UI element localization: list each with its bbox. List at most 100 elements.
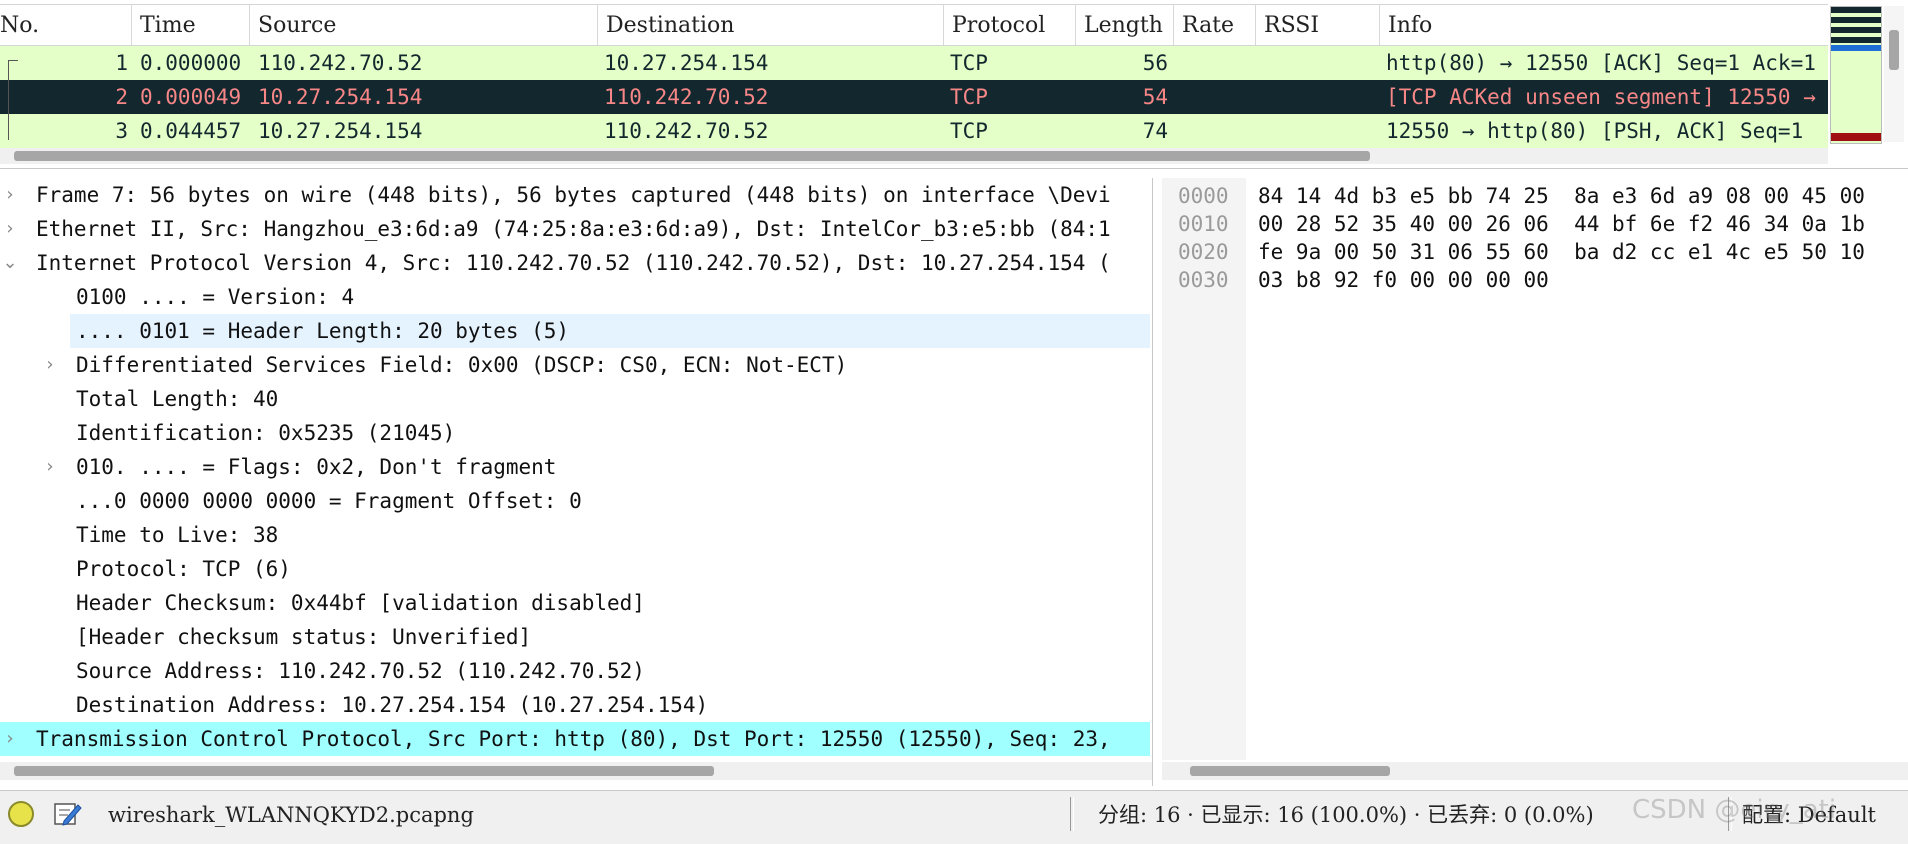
detail-text: Total Length: 40 xyxy=(76,387,279,411)
packet-minimap[interactable] xyxy=(1830,6,1882,144)
minimap-band xyxy=(1831,37,1881,43)
detail-text: Differentiated Services Field: 0x00 (DSC… xyxy=(76,353,848,377)
packet-protocol: TCP xyxy=(950,119,988,143)
packet-time: 0.000049 xyxy=(140,85,242,109)
detail-row-ttl[interactable]: Time to Live: 38 xyxy=(0,518,1150,552)
detail-row-version[interactable]: 0100 .... = Version: 4 xyxy=(0,280,1150,314)
expand-arrow-icon[interactable]: › xyxy=(40,348,60,382)
detail-text: Internet Protocol Version 4, Src: 110.24… xyxy=(36,251,1111,275)
column-header-protocol[interactable]: Protocol xyxy=(944,5,1076,45)
detail-row-frame[interactable]: › Frame 7: 56 bytes on wire (448 bits), … xyxy=(0,178,1150,212)
packet-protocol: TCP xyxy=(950,51,988,75)
details-hscroll-thumb[interactable] xyxy=(14,766,714,776)
status-divider[interactable] xyxy=(1070,797,1074,831)
packet-no: 3 xyxy=(115,119,128,143)
byte-hex[interactable]: 03 b8 92 f0 00 00 00 00 xyxy=(1258,266,1549,294)
packet-list-vscroll-thumb[interactable] xyxy=(1889,30,1899,70)
bytes-hscroll-thumb[interactable] xyxy=(1190,766,1390,776)
detail-row-header-length[interactable]: .... 0101 = Header Length: 20 bytes (5) xyxy=(70,314,1150,348)
minimap-band xyxy=(1831,45,1881,51)
packet-source: 10.27.254.154 xyxy=(258,119,423,143)
column-header-rate[interactable]: Rate xyxy=(1174,5,1256,45)
detail-row-identification[interactable]: Identification: 0x5235 (21045) xyxy=(0,416,1150,450)
detail-row-ethernet[interactable]: › Ethernet II, Src: Hangzhou_e3:6d:a9 (7… xyxy=(0,212,1150,246)
column-header-info[interactable]: Info xyxy=(1380,5,1828,45)
detail-text: Time to Live: 38 xyxy=(76,523,279,547)
expand-arrow-icon[interactable]: › xyxy=(40,450,60,484)
watermark: CSDN @eiry_ati xyxy=(1632,795,1837,825)
detail-row-destination-address[interactable]: Destination Address: 10.27.254.154 (10.2… xyxy=(0,688,1150,722)
byte-hex[interactable]: fe 9a 00 50 31 06 55 60 ba d2 cc e1 4c e… xyxy=(1258,238,1865,266)
detail-text: Transmission Control Protocol, Src Port:… xyxy=(36,727,1111,751)
byte-offset: 0030 xyxy=(1178,268,1229,292)
minimap-band xyxy=(1831,133,1881,141)
packet-length: 56 xyxy=(1142,51,1168,75)
packet-source: 110.242.70.52 xyxy=(258,51,423,75)
byte-offset: 0010 xyxy=(1178,212,1229,236)
packet-length: 74 xyxy=(1142,119,1168,143)
status-led-icon[interactable] xyxy=(8,801,34,827)
column-header-length[interactable]: Length xyxy=(1076,5,1174,45)
packet-no: 2 xyxy=(115,85,128,109)
packet-info: [TCP ACKed unseen segment] 12550 → xyxy=(1386,85,1816,109)
detail-text: Protocol: TCP (6) xyxy=(76,557,291,581)
detail-text: ...0 0000 0000 0000 = Fragment Offset: 0 xyxy=(76,489,582,513)
minimap-band xyxy=(1831,27,1881,33)
minimap-band xyxy=(1831,17,1881,23)
column-header-rssi[interactable]: RSSI xyxy=(1256,5,1380,45)
conversation-bracket-icon xyxy=(8,60,18,61)
detail-row-dsfield[interactable]: › Differentiated Services Field: 0x00 (D… xyxy=(0,348,1150,382)
packet-protocol: TCP xyxy=(950,85,988,109)
column-header-time[interactable]: Time xyxy=(132,5,250,45)
detail-text: [Header checksum status: Unverified] xyxy=(76,625,532,649)
packet-no: 1 xyxy=(115,51,128,75)
packet-row-1[interactable]: 1 0.000000 110.242.70.52 10.27.254.154 T… xyxy=(0,46,1828,80)
detail-row-protocol[interactable]: Protocol: TCP (6) xyxy=(0,552,1150,586)
byte-offset: 0020 xyxy=(1178,240,1229,264)
detail-row-fragment-offset[interactable]: ...0 0000 0000 0000 = Fragment Offset: 0 xyxy=(0,484,1150,518)
detail-row-flags[interactable]: › 010. .... = Flags: 0x2, Don't fragment xyxy=(0,450,1150,484)
conversation-line xyxy=(8,60,9,140)
detail-row-tcp[interactable]: › Transmission Control Protocol, Src Por… xyxy=(0,722,1150,756)
minimap-band xyxy=(1831,7,1881,13)
wireshark-window: No. Time Source Destination Protocol Len… xyxy=(0,0,1908,844)
byte-hex[interactable]: 00 28 52 35 40 00 26 06 44 bf 6e f2 46 3… xyxy=(1258,210,1865,238)
packet-bytes-pane: 0000 84 14 4d b3 e5 bb 74 25 8a e3 6d a9… xyxy=(1162,178,1908,786)
capture-filename[interactable]: wireshark_WLANNQKYD2.pcapng xyxy=(108,799,474,831)
expand-arrow-icon[interactable]: › xyxy=(0,722,20,756)
expand-arrow-icon[interactable]: › xyxy=(0,212,20,246)
packet-list-hscroll-thumb[interactable] xyxy=(14,151,1370,161)
packet-list-vscroll-track[interactable] xyxy=(1884,6,1904,142)
detail-text: Header Checksum: 0x44bf [validation disa… xyxy=(76,591,645,615)
byte-offset: 0000 xyxy=(1178,184,1229,208)
detail-row-total-length[interactable]: Total Length: 40 xyxy=(0,382,1150,416)
detail-row-ipv4[interactable]: ⌄ Internet Protocol Version 4, Src: 110.… xyxy=(0,246,1150,280)
packet-destination: 110.242.70.52 xyxy=(604,119,769,143)
packet-time: 0.000000 xyxy=(140,51,242,75)
status-bar: wireshark_WLANNQKYD2.pcapng 分组: 16 · 已显示… xyxy=(0,790,1908,844)
detail-row-checksum-status[interactable]: [Header checksum status: Unverified] xyxy=(0,620,1150,654)
detail-text: 0100 .... = Version: 4 xyxy=(76,285,355,309)
column-header-no[interactable]: No. xyxy=(0,5,132,45)
detail-text: Identification: 0x5235 (21045) xyxy=(76,421,456,445)
detail-text: Source Address: 110.242.70.52 (110.242.7… xyxy=(76,659,645,683)
detail-text: .... 0101 = Header Length: 20 bytes (5) xyxy=(76,319,570,343)
detail-text: 010. .... = Flags: 0x2, Don't fragment xyxy=(76,455,557,479)
packet-info: 12550 → http(80) [PSH, ACK] Seq=1 xyxy=(1386,119,1804,143)
column-header-destination[interactable]: Destination xyxy=(598,5,944,45)
packet-list-header: No. Time Source Destination Protocol Len… xyxy=(0,4,1828,46)
packet-row-2[interactable]: 2 0.000049 10.27.254.154 110.242.70.52 T… xyxy=(0,80,1828,114)
edit-comment-icon[interactable] xyxy=(52,799,82,829)
packet-destination: 10.27.254.154 xyxy=(604,51,769,75)
column-header-source[interactable]: Source xyxy=(250,5,598,45)
detail-text: Frame 7: 56 bytes on wire (448 bits), 56… xyxy=(36,183,1111,207)
packet-details-pane: › Frame 7: 56 bytes on wire (448 bits), … xyxy=(0,178,1153,786)
packet-source: 10.27.254.154 xyxy=(258,85,423,109)
detail-row-source-address[interactable]: Source Address: 110.242.70.52 (110.242.7… xyxy=(0,654,1150,688)
collapse-arrow-icon[interactable]: ⌄ xyxy=(0,246,20,280)
expand-arrow-icon[interactable]: › xyxy=(0,178,20,212)
packet-row-3[interactable]: 3 0.044457 10.27.254.154 110.242.70.52 T… xyxy=(0,114,1828,148)
detail-row-checksum[interactable]: Header Checksum: 0x44bf [validation disa… xyxy=(0,586,1150,620)
packet-info: http(80) → 12550 [ACK] Seq=1 Ack=1 xyxy=(1386,51,1816,75)
byte-hex[interactable]: 84 14 4d b3 e5 bb 74 25 8a e3 6d a9 08 0… xyxy=(1258,182,1865,210)
